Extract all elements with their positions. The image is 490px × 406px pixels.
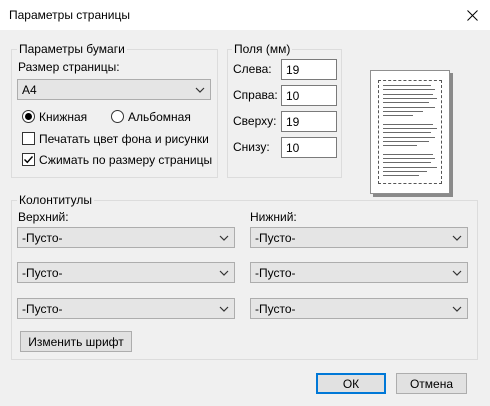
orientation-landscape-label[interactable]: Альбомная — [128, 110, 191, 124]
header-right-value: -Пусто- — [22, 301, 63, 316]
margin-left-value: 19 — [286, 62, 300, 77]
margin-top-label: Сверху: — [233, 114, 277, 128]
chevron-down-icon — [195, 87, 205, 93]
orientation-landscape-radio[interactable] — [111, 110, 124, 123]
margin-right-input[interactable]: 10 — [281, 85, 337, 106]
page-size-value: A4 — [22, 82, 37, 97]
preview-text-line — [383, 106, 435, 108]
chevron-down-icon — [219, 235, 229, 241]
chevron-down-icon — [452, 235, 462, 241]
preview-text-line — [383, 145, 417, 147]
margin-right-label: Справа: — [233, 88, 278, 102]
title-bar: Параметры страницы — [0, 0, 490, 30]
close-button[interactable] — [454, 0, 490, 30]
chevron-down-icon — [452, 306, 462, 312]
print-background-checkbox[interactable] — [22, 132, 35, 145]
page-preview — [370, 70, 450, 194]
margin-left-input[interactable]: 19 — [281, 59, 337, 80]
preview-text-line — [383, 136, 435, 138]
preview-text-line — [383, 128, 437, 129]
header-left-value: -Пусто- — [22, 230, 63, 245]
shrink-to-fit-checkbox[interactable] — [22, 153, 35, 166]
header-label: Верхний: — [18, 210, 69, 224]
preview-text-line — [383, 123, 433, 125]
preview-text-line — [383, 132, 431, 134]
cancel-button[interactable]: Отмена — [396, 373, 467, 394]
close-icon — [466, 9, 478, 21]
header-center-select[interactable]: -Пусто- — [17, 262, 235, 283]
paper-group-legend: Параметры бумаги — [17, 42, 127, 56]
ok-button[interactable]: ОК — [316, 373, 386, 394]
preview-text-line — [383, 89, 435, 91]
chevron-down-icon — [452, 270, 462, 276]
preview-text-line — [383, 97, 437, 99]
window-title: Параметры страницы — [9, 8, 130, 22]
footer-left-value: -Пусто- — [255, 230, 296, 245]
margin-bottom-value: 10 — [286, 140, 300, 155]
shrink-to-fit-label[interactable]: Сжимать по размеру страницы — [39, 153, 212, 167]
footer-center-value: -Пусто- — [255, 265, 296, 280]
chevron-down-icon — [219, 306, 229, 312]
preview-text-line — [383, 85, 431, 86]
preview-text-line — [383, 175, 419, 177]
page-size-label: Размер страницы: — [18, 60, 120, 74]
page-preview-margins — [378, 80, 442, 184]
orientation-portrait-label[interactable]: Книжная — [39, 110, 87, 124]
preview-text-line — [383, 140, 429, 142]
preview-text-line — [383, 158, 435, 160]
orientation-portrait-radio[interactable] — [22, 110, 35, 123]
footer-left-select[interactable]: -Пусто- — [250, 227, 468, 248]
dialog-client: Параметры бумаги Размер страницы: A4 Кни… — [0, 30, 490, 406]
preview-text-line — [383, 93, 433, 95]
page-size-select[interactable]: A4 — [17, 79, 211, 100]
footer-right-select[interactable]: -Пусто- — [250, 298, 468, 319]
print-background-label[interactable]: Печатать цвет фона и рисунки — [39, 132, 209, 146]
preview-text-line — [383, 153, 433, 155]
preview-text-line — [383, 166, 437, 168]
header-left-select[interactable]: -Пусто- — [17, 227, 235, 248]
preview-text-line — [383, 115, 413, 117]
preview-text-line — [383, 110, 423, 112]
preview-text-line — [383, 102, 429, 104]
margin-right-value: 10 — [286, 88, 300, 103]
headers-footers-legend: Колонтитулы — [17, 193, 95, 207]
margin-top-value: 19 — [286, 114, 300, 129]
header-right-select[interactable]: -Пусто- — [17, 298, 235, 319]
chevron-down-icon — [219, 270, 229, 276]
change-font-button[interactable]: Изменить шрифт — [20, 331, 132, 352]
margin-top-input[interactable]: 19 — [281, 111, 337, 132]
footer-label: Нижний: — [250, 210, 297, 224]
margin-bottom-label: Снизу: — [233, 140, 270, 154]
preview-text-line — [383, 162, 431, 164]
footer-center-select[interactable]: -Пусто- — [250, 262, 468, 283]
footer-right-value: -Пусто- — [255, 301, 296, 316]
header-center-value: -Пусто- — [22, 265, 63, 280]
margin-bottom-input[interactable]: 10 — [281, 137, 337, 158]
preview-text-line — [383, 171, 427, 172]
margins-group-legend: Поля (мм) — [232, 42, 293, 56]
margin-left-label: Слева: — [233, 62, 272, 76]
checkmark-icon — [24, 156, 34, 164]
